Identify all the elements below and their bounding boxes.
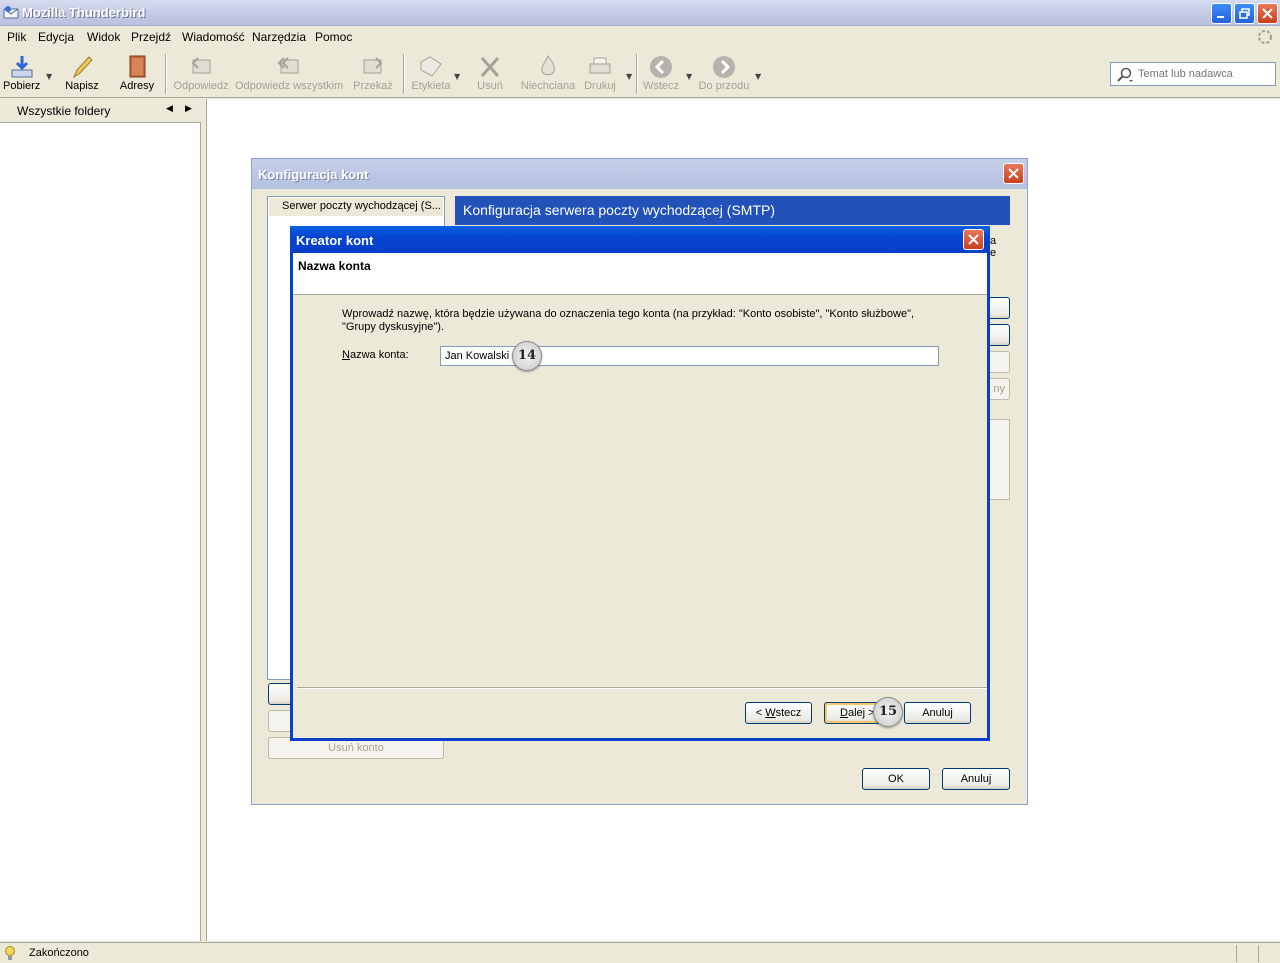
arrow-right-icon (713, 56, 735, 78)
tree-item-smtp[interactable]: Serwer poczty wychodzącej (S... (269, 198, 443, 216)
close-window-button[interactable] (1257, 3, 1278, 24)
obscured-text-fragment: e (990, 247, 997, 259)
chevron-down-icon[interactable]: ▼ (454, 72, 460, 81)
menu-tools[interactable]: Narzędzia (252, 30, 306, 44)
reply-all-button[interactable]: Odpowiedz wszystkim (235, 52, 343, 96)
arrow-right-icon[interactable]: ▶ (185, 104, 192, 114)
ok-button[interactable]: OK (862, 768, 930, 790)
wizard-cancel-button[interactable]: Anuluj (904, 702, 971, 724)
folder-pane-header: Wszystkie foldery ◀ ▶ (0, 99, 201, 123)
print-button[interactable]: Drukuj ▼ (580, 52, 632, 96)
toolbar-separator (403, 54, 405, 94)
restore-button[interactable] (1234, 3, 1255, 24)
status-panel-divider (1258, 945, 1259, 962)
search-input[interactable] (1138, 66, 1272, 82)
account-wizard-dialog: Kreator kont Nazwa konta Wprowadź nazwę,… (290, 226, 990, 741)
smtp-banner: Konfiguracja serwera poczty wychodzącej … (455, 196, 1010, 225)
download-icon (11, 56, 33, 78)
delete-icon (480, 57, 500, 77)
menu-edit[interactable]: Edycja (38, 30, 74, 44)
account-name-label: Nazwa konta: (342, 349, 409, 361)
wizard-description: Wprowadź nazwę, która będzie używana do … (342, 308, 915, 333)
chevron-down-icon[interactable]: ▼ (626, 72, 632, 81)
menu-help[interactable]: Pomoc (315, 30, 352, 44)
account-wizard-title: Kreator kont (296, 233, 374, 248)
wizard-separator (297, 687, 987, 689)
wizard-page-title: Nazwa konta (298, 259, 371, 273)
thunderbird-icon (3, 6, 19, 19)
status-panel-divider (1236, 945, 1237, 962)
delete-button[interactable]: Usuń (473, 52, 507, 96)
arrow-left-icon[interactable]: ◀ (166, 104, 173, 114)
menu-bar: Plik Edycja Widok Przejdź Wiadomość Narz… (0, 26, 1280, 48)
toolbar-separator (636, 54, 638, 94)
main-toolbar: Pobierz ▼ Napisz Adresy Odpowiedz Odpowi… (0, 48, 1280, 98)
status-text: Zakończono (29, 947, 89, 959)
cancel-button[interactable]: Anuluj (942, 768, 1010, 790)
chevron-down-icon[interactable]: ▼ (46, 72, 52, 81)
arrow-left-icon (650, 56, 672, 78)
address-book-button[interactable]: Adresy (116, 52, 158, 96)
forward-nav-button[interactable]: Do przodu ▼ (696, 52, 761, 96)
pencil-icon (72, 56, 93, 79)
close-account-settings-button[interactable] (1003, 163, 1024, 184)
forward-button[interactable]: Przekaż (350, 52, 396, 96)
address-book-icon (129, 55, 146, 78)
tag-button[interactable]: Etykieta ▼ (409, 52, 460, 96)
activity-throbber-icon (1258, 30, 1272, 44)
account-wizard-titlebar: Kreator kont (290, 226, 990, 253)
get-mail-button[interactable]: Pobierz ▼ (0, 52, 52, 96)
account-settings-titlebar: Konfiguracja kont (252, 159, 1027, 189)
lightbulb-icon (5, 946, 15, 960)
flame-icon (541, 54, 555, 76)
reply-button[interactable]: Odpowiedz (172, 52, 230, 96)
window-title: Mozilla Thunderbird (22, 5, 146, 20)
close-wizard-button[interactable] (963, 229, 984, 250)
minimize-button[interactable] (1211, 3, 1232, 24)
reply-all-icon (277, 57, 299, 74)
printer-icon (589, 57, 611, 74)
smtp-banner-title: Konfiguracja serwera poczty wychodzącej … (463, 202, 776, 218)
toolbar-separator (165, 54, 167, 94)
status-bar: Zakończono (0, 942, 1280, 963)
menu-message[interactable]: Wiadomość (182, 30, 245, 44)
menu-file[interactable]: Plik (7, 30, 26, 44)
junk-button[interactable]: Niechciana (520, 52, 576, 96)
menu-view[interactable]: Widok (87, 30, 120, 44)
folder-view-label: Wszystkie foldery (17, 104, 111, 118)
search-icon[interactable] (1116, 67, 1134, 83)
title-bar: Mozilla Thunderbird (0, 0, 1280, 26)
obscured-text-fragment: a (990, 235, 997, 247)
chevron-down-icon[interactable]: ▼ (686, 72, 692, 81)
chevron-down-icon[interactable]: ▼ (755, 72, 761, 81)
reply-icon (191, 57, 211, 74)
step-marker-14: 14 (512, 341, 542, 371)
forward-icon (363, 57, 383, 74)
account-settings-title: Konfiguracja kont (258, 167, 369, 182)
back-button[interactable]: Wstecz ▼ (641, 52, 692, 96)
search-field[interactable] (1110, 62, 1276, 86)
folder-pane: Wszystkie foldery ◀ ▶ (0, 99, 201, 941)
menu-go[interactable]: Przejdź (131, 30, 171, 44)
write-button[interactable]: Napisz (62, 52, 102, 96)
step-marker-15: 15 (873, 697, 903, 727)
wizard-back-button[interactable]: < Wstecz (745, 702, 812, 724)
wizard-header: Nazwa konta (293, 253, 987, 295)
tag-icon (420, 56, 442, 77)
